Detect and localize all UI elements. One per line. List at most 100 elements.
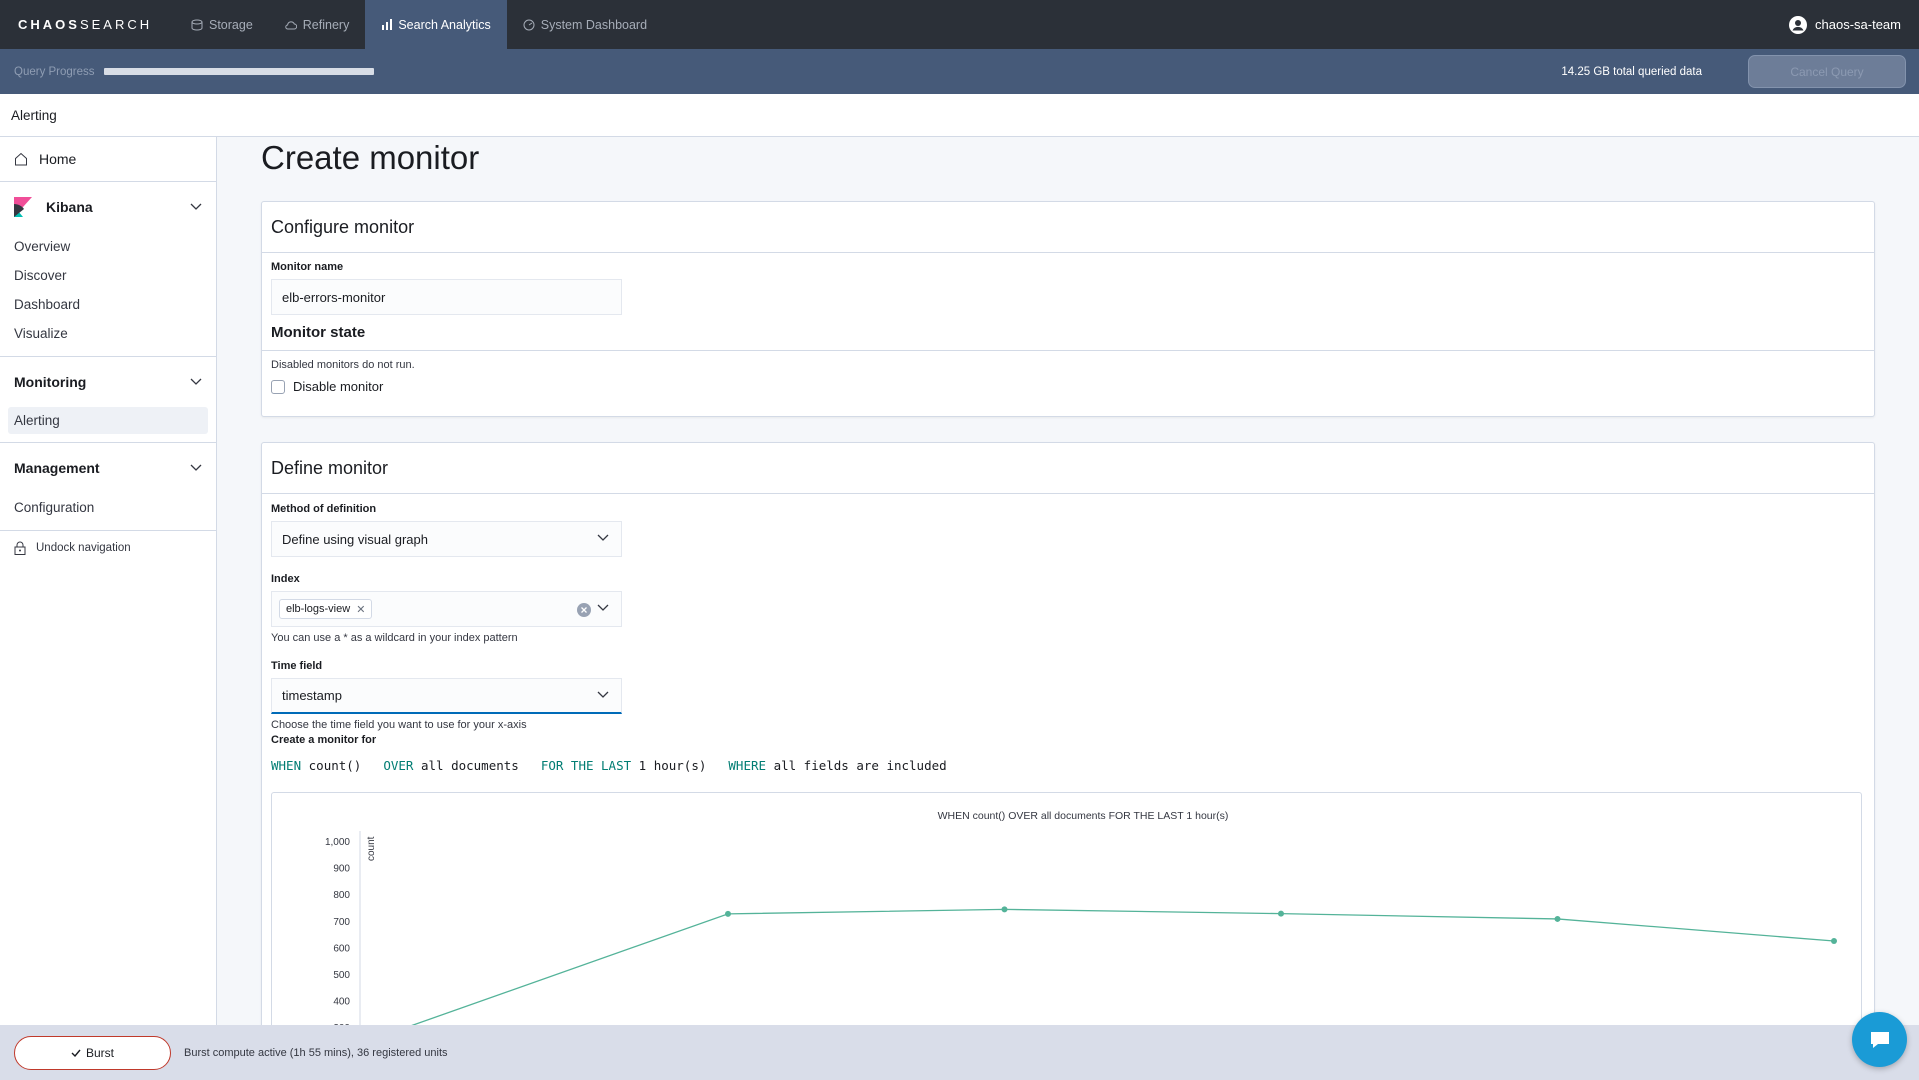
expr-over[interactable]: OVER all documents <box>383 758 518 773</box>
chevron-down-icon <box>597 534 609 541</box>
index-combobox[interactable]: elb-logs-view ✕ <box>271 591 622 627</box>
chevron-down-icon <box>190 378 202 385</box>
y-tick-label: 500 <box>333 970 350 981</box>
clear-icon[interactable] <box>577 603 591 617</box>
expr-keyword: WHEN <box>271 758 302 773</box>
sidebar-group-management-header[interactable]: Management <box>0 443 216 493</box>
nav-tab-label: Storage <box>209 17 253 32</box>
lock-icon <box>14 541 26 555</box>
chevron-down-icon <box>190 464 202 471</box>
remove-pill-icon[interactable]: ✕ <box>356 603 365 616</box>
query-progress-fill <box>104 68 374 75</box>
y-tick-label: 700 <box>333 917 350 928</box>
sidebar-item-discover[interactable]: Discover <box>0 261 216 290</box>
y-tick-label: 600 <box>333 943 350 954</box>
user-avatar-icon <box>1789 15 1808 34</box>
user-menu[interactable]: chaos-sa-team <box>1789 0 1901 49</box>
burst-status-text: Burst compute active (1h 55 mins), 36 re… <box>184 1046 448 1059</box>
user-name: chaos-sa-team <box>1815 17 1901 32</box>
breadcrumb-item-alerting[interactable]: Alerting <box>11 108 57 123</box>
sidebar-item-visualize[interactable]: Visualize <box>0 319 216 348</box>
data-point <box>1001 906 1008 913</box>
monitor-chart: WHEN count() OVER all documents FOR THE … <box>271 792 1862 1025</box>
monitor-state-help: Disabled monitors do not run. <box>271 359 415 371</box>
data-point <box>1831 938 1837 945</box>
time-field-select[interactable]: timestamp <box>271 678 622 714</box>
cancel-query-button[interactable]: Cancel Query <box>1748 55 1906 88</box>
sidebar-group-kibana-header[interactable]: Kibana <box>0 182 216 232</box>
sidebar-item-home[interactable]: Home <box>0 137 216 182</box>
nav-tab-label: System Dashboard <box>540 17 648 32</box>
y-tick-label: 900 <box>333 864 350 875</box>
check-icon <box>71 1049 81 1057</box>
sidebar-item-dashboard[interactable]: Dashboard <box>0 290 216 319</box>
burst-bar: Burst Burst compute active (1h 55 mins),… <box>0 1025 1919 1080</box>
sidebar-group-title: Monitoring <box>14 374 87 390</box>
sidebar-group-title: Management <box>14 460 100 476</box>
chat-button[interactable] <box>1852 1012 1907 1067</box>
expr-keyword: FOR THE LAST <box>540 758 632 773</box>
data-point <box>1554 915 1561 922</box>
monitor-state-title: Monitor state <box>262 315 1874 351</box>
sidebar-item-label: Home <box>39 151 77 167</box>
kibana-logo-icon <box>14 197 32 217</box>
nav-tab-system-dashboard[interactable]: System Dashboard <box>507 0 663 49</box>
monitor-expression: WHEN count() OVER all documents FOR THE … <box>262 758 1874 773</box>
undock-navigation-button[interactable]: Undock navigation <box>0 531 216 565</box>
sidebar-group-monitoring: Monitoring Alerting <box>0 357 216 443</box>
sidebar-item-configuration[interactable]: Configuration <box>0 493 216 522</box>
chevron-down-icon <box>597 691 609 698</box>
sidebar-item-alerting[interactable]: Alerting <box>8 407 208 434</box>
nav-tab-label: Search Analytics <box>398 17 491 32</box>
chevron-down-icon[interactable] <box>597 604 609 612</box>
time-field-help: Choose the time field you want to use fo… <box>271 719 527 731</box>
query-progress-track <box>104 68 374 75</box>
expr-value: count() <box>308 758 362 773</box>
queried-data-text: 14.25 GB total queried data <box>1561 65 1702 78</box>
nav-tab-label: Refinery <box>302 17 350 32</box>
home-icon <box>15 152 27 166</box>
nav-tab-storage[interactable]: Storage <box>175 0 269 49</box>
nav-tab-refinery[interactable]: Refinery <box>269 0 366 49</box>
logo-text-bold: CHAOS <box>18 17 80 32</box>
sidebar-group-title: Kibana <box>46 199 93 215</box>
index-label: Index <box>271 573 300 585</box>
define-monitor-title: Define monitor <box>262 443 1874 494</box>
chaossearch-logo[interactable]: CHAOSSEARCH <box>0 17 175 32</box>
sidebar-group-management: Management Configuration <box>0 443 216 531</box>
create-monitor-for-label: Create a monitor for <box>271 734 377 746</box>
expr-where[interactable]: WHERE all fields are included <box>728 758 946 773</box>
monitor-name-label: Monitor name <box>271 261 344 273</box>
breadcrumb: Alerting <box>0 94 1919 137</box>
define-monitor-panel: Define monitor Method of definition Defi… <box>261 442 1875 1025</box>
time-field-label: Time field <box>271 660 323 672</box>
page-title: Create monitor <box>261 139 480 176</box>
chevron-down-icon <box>190 203 202 210</box>
nav-tab-search-analytics[interactable]: Search Analytics <box>365 0 507 49</box>
expr-for-the-last[interactable]: FOR THE LAST 1 hour(s) <box>541 758 707 773</box>
y-axis-label: count <box>366 836 377 861</box>
logo-text-thin: SEARCH <box>79 17 153 32</box>
expr-when[interactable]: WHEN count() <box>271 758 361 773</box>
query-progress-bar: Query Progress 14.25 GB total queried da… <box>0 49 1919 94</box>
sidebar-item-overview[interactable]: Overview <box>0 232 216 261</box>
disable-monitor-row[interactable]: Disable monitor <box>262 379 1874 394</box>
top-nav: CHAOSSEARCH Storage Refinery Search Anal… <box>0 0 1919 49</box>
y-tick-label: 800 <box>333 890 350 901</box>
cloud-icon <box>285 20 297 29</box>
disable-monitor-checkbox[interactable] <box>271 379 285 394</box>
expr-value: all fields are included <box>773 758 947 773</box>
monitor-name-input[interactable]: elb-errors-monitor <box>271 279 622 315</box>
main-content: Create monitor Configure monitor Monitor… <box>217 137 1919 1025</box>
index-pill-label: elb-logs-view <box>286 603 351 615</box>
index-pill: elb-logs-view ✕ <box>279 599 373 619</box>
sidebar-group-monitoring-header[interactable]: Monitoring <box>0 357 216 407</box>
method-select[interactable]: Define using visual graph <box>271 521 622 557</box>
method-select-value: Define using visual graph <box>282 531 428 547</box>
line-chart-svg: WHEN count() OVER all documents FOR THE … <box>325 810 1837 1025</box>
expr-keyword: WHERE <box>728 758 767 773</box>
configure-monitor-panel: Configure monitor Monitor name elb-error… <box>261 201 1875 417</box>
burst-button[interactable]: Burst <box>14 1035 171 1070</box>
sidebar: Home Kibana Overview Discover Dashboard … <box>0 137 217 1025</box>
y-tick-label: 1,000 <box>325 837 350 848</box>
